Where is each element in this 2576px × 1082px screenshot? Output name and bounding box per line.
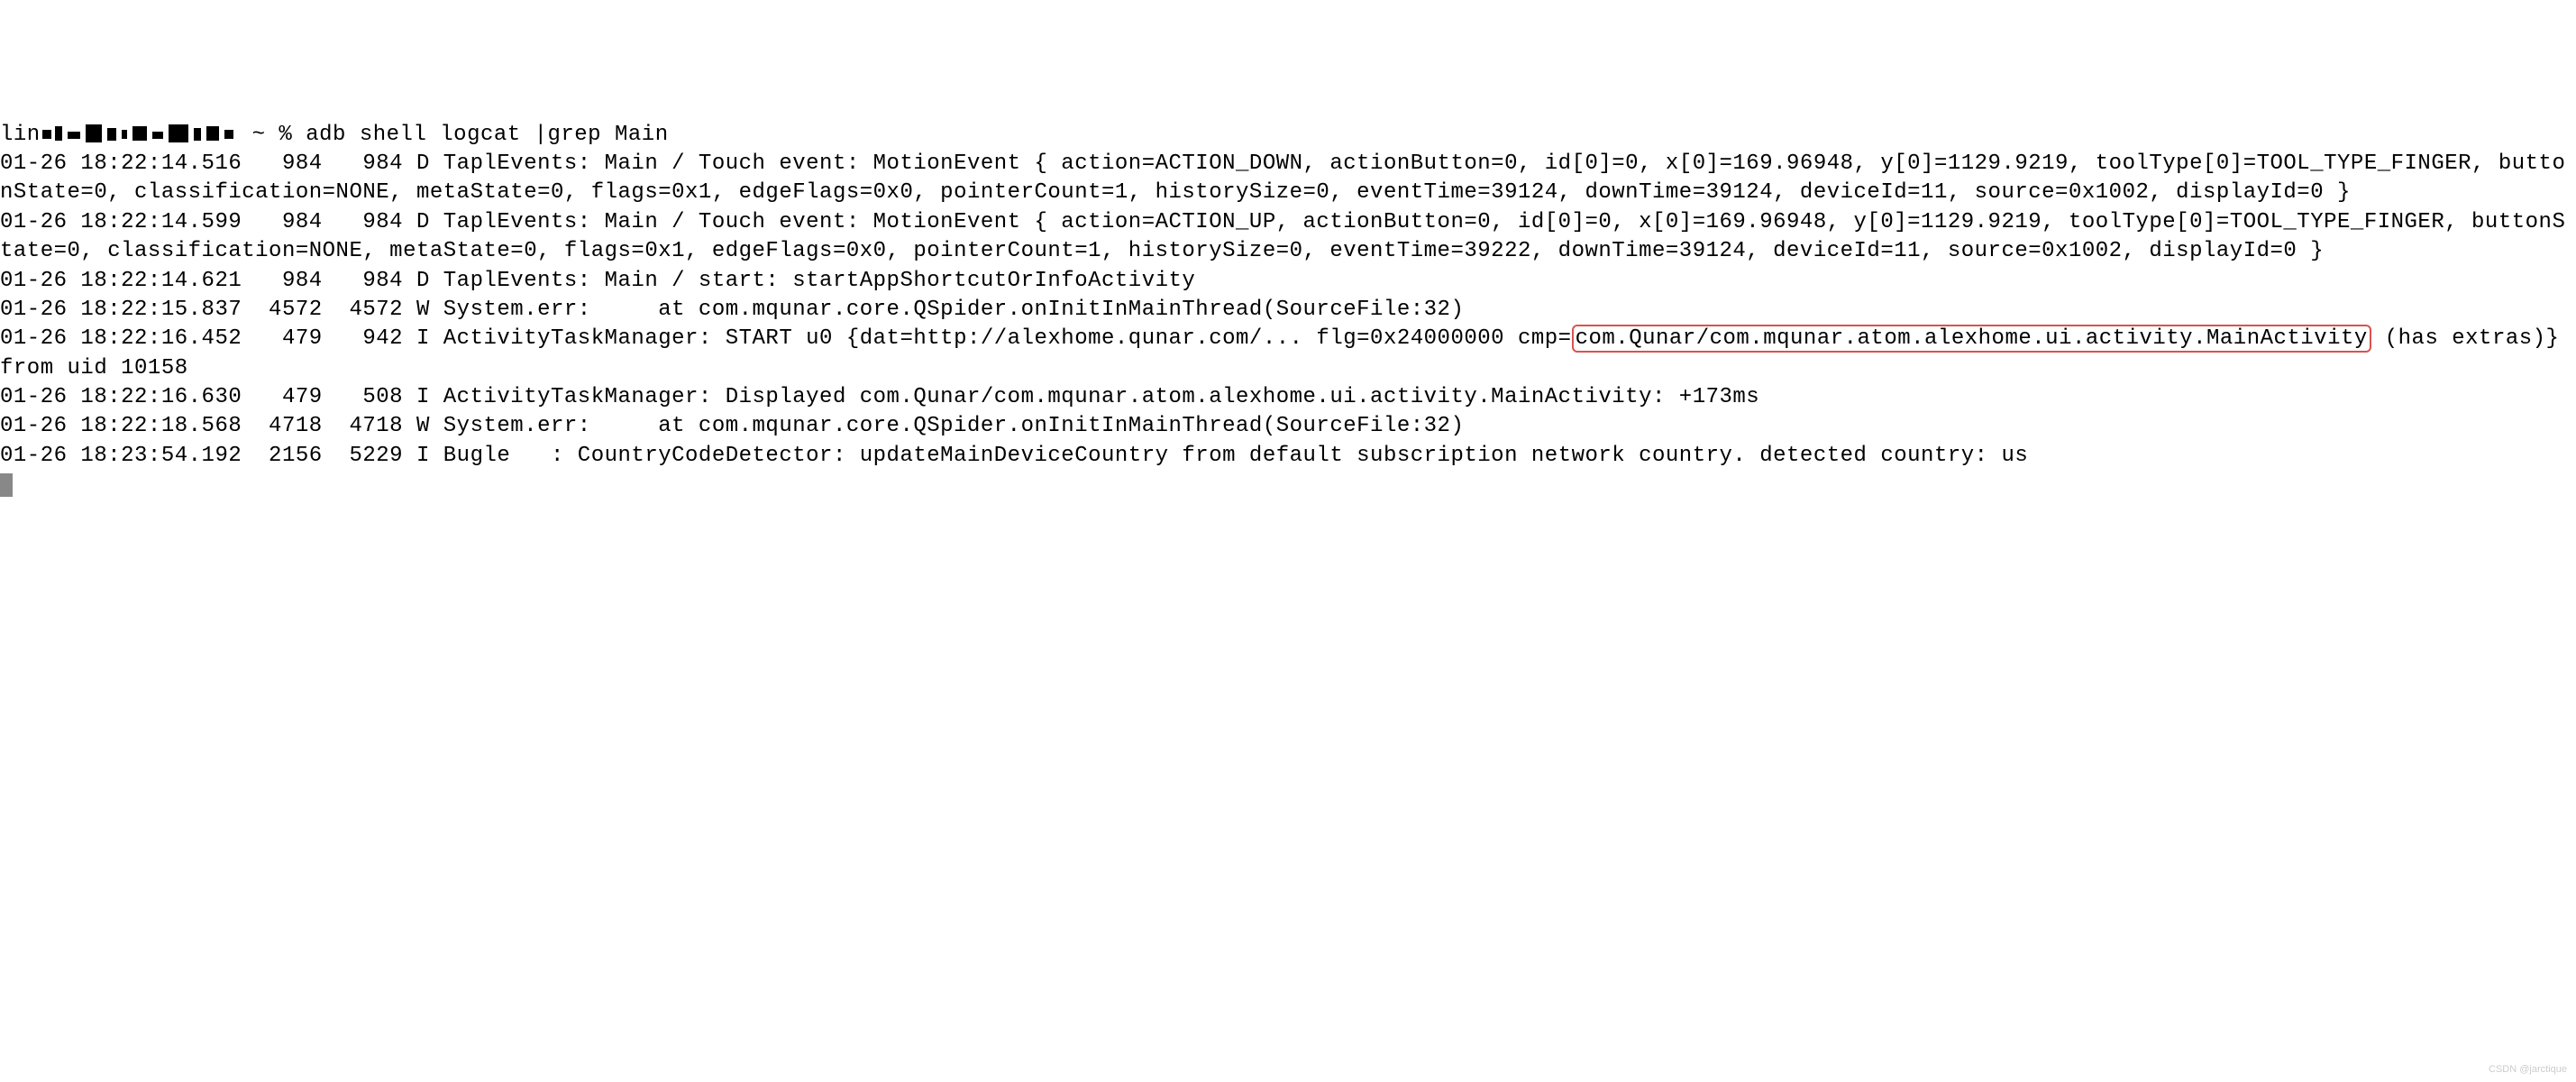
- command-line: lin ~ % adb shell logcat |grep Main: [0, 121, 2576, 150]
- log-text-pre: 01-26 18:22:16.452 479 942 I ActivityTas…: [0, 326, 1572, 351]
- log-line: 01-26 18:22:15.837 4572 4572 W System.er…: [0, 296, 2576, 325]
- terminal-output[interactable]: lin ~ % adb shell logcat |grep Main01-26…: [0, 121, 2576, 500]
- redacted-hostname-icon: [41, 123, 239, 144]
- log-line-highlighted: 01-26 18:22:16.452 479 942 I ActivityTas…: [0, 325, 2576, 383]
- prompt-suffix: ~ %: [239, 123, 306, 147]
- prompt-prefix: lin: [0, 123, 41, 147]
- highlighted-component-name: com.Qunar/com.mqunar.atom.alexhome.ui.ac…: [1572, 325, 2371, 353]
- log-line: 01-26 18:23:54.192 2156 5229 I Bugle : C…: [0, 442, 2576, 471]
- log-line: 01-26 18:22:14.516 984 984 D TaplEvents:…: [0, 150, 2576, 208]
- log-line: 01-26 18:22:14.621 984 984 D TaplEvents:…: [0, 267, 2576, 296]
- command-text: adb shell logcat |grep Main: [306, 123, 668, 147]
- terminal-cursor-icon: [0, 473, 13, 497]
- watermark-text: CSDN @jarctique: [2489, 1063, 2567, 1077]
- log-line: 01-26 18:22:16.630 479 508 I ActivityTas…: [0, 383, 2576, 412]
- log-line: 01-26 18:22:14.599 984 984 D TaplEvents:…: [0, 208, 2576, 267]
- log-line: 01-26 18:22:18.568 4718 4718 W System.er…: [0, 412, 2576, 441]
